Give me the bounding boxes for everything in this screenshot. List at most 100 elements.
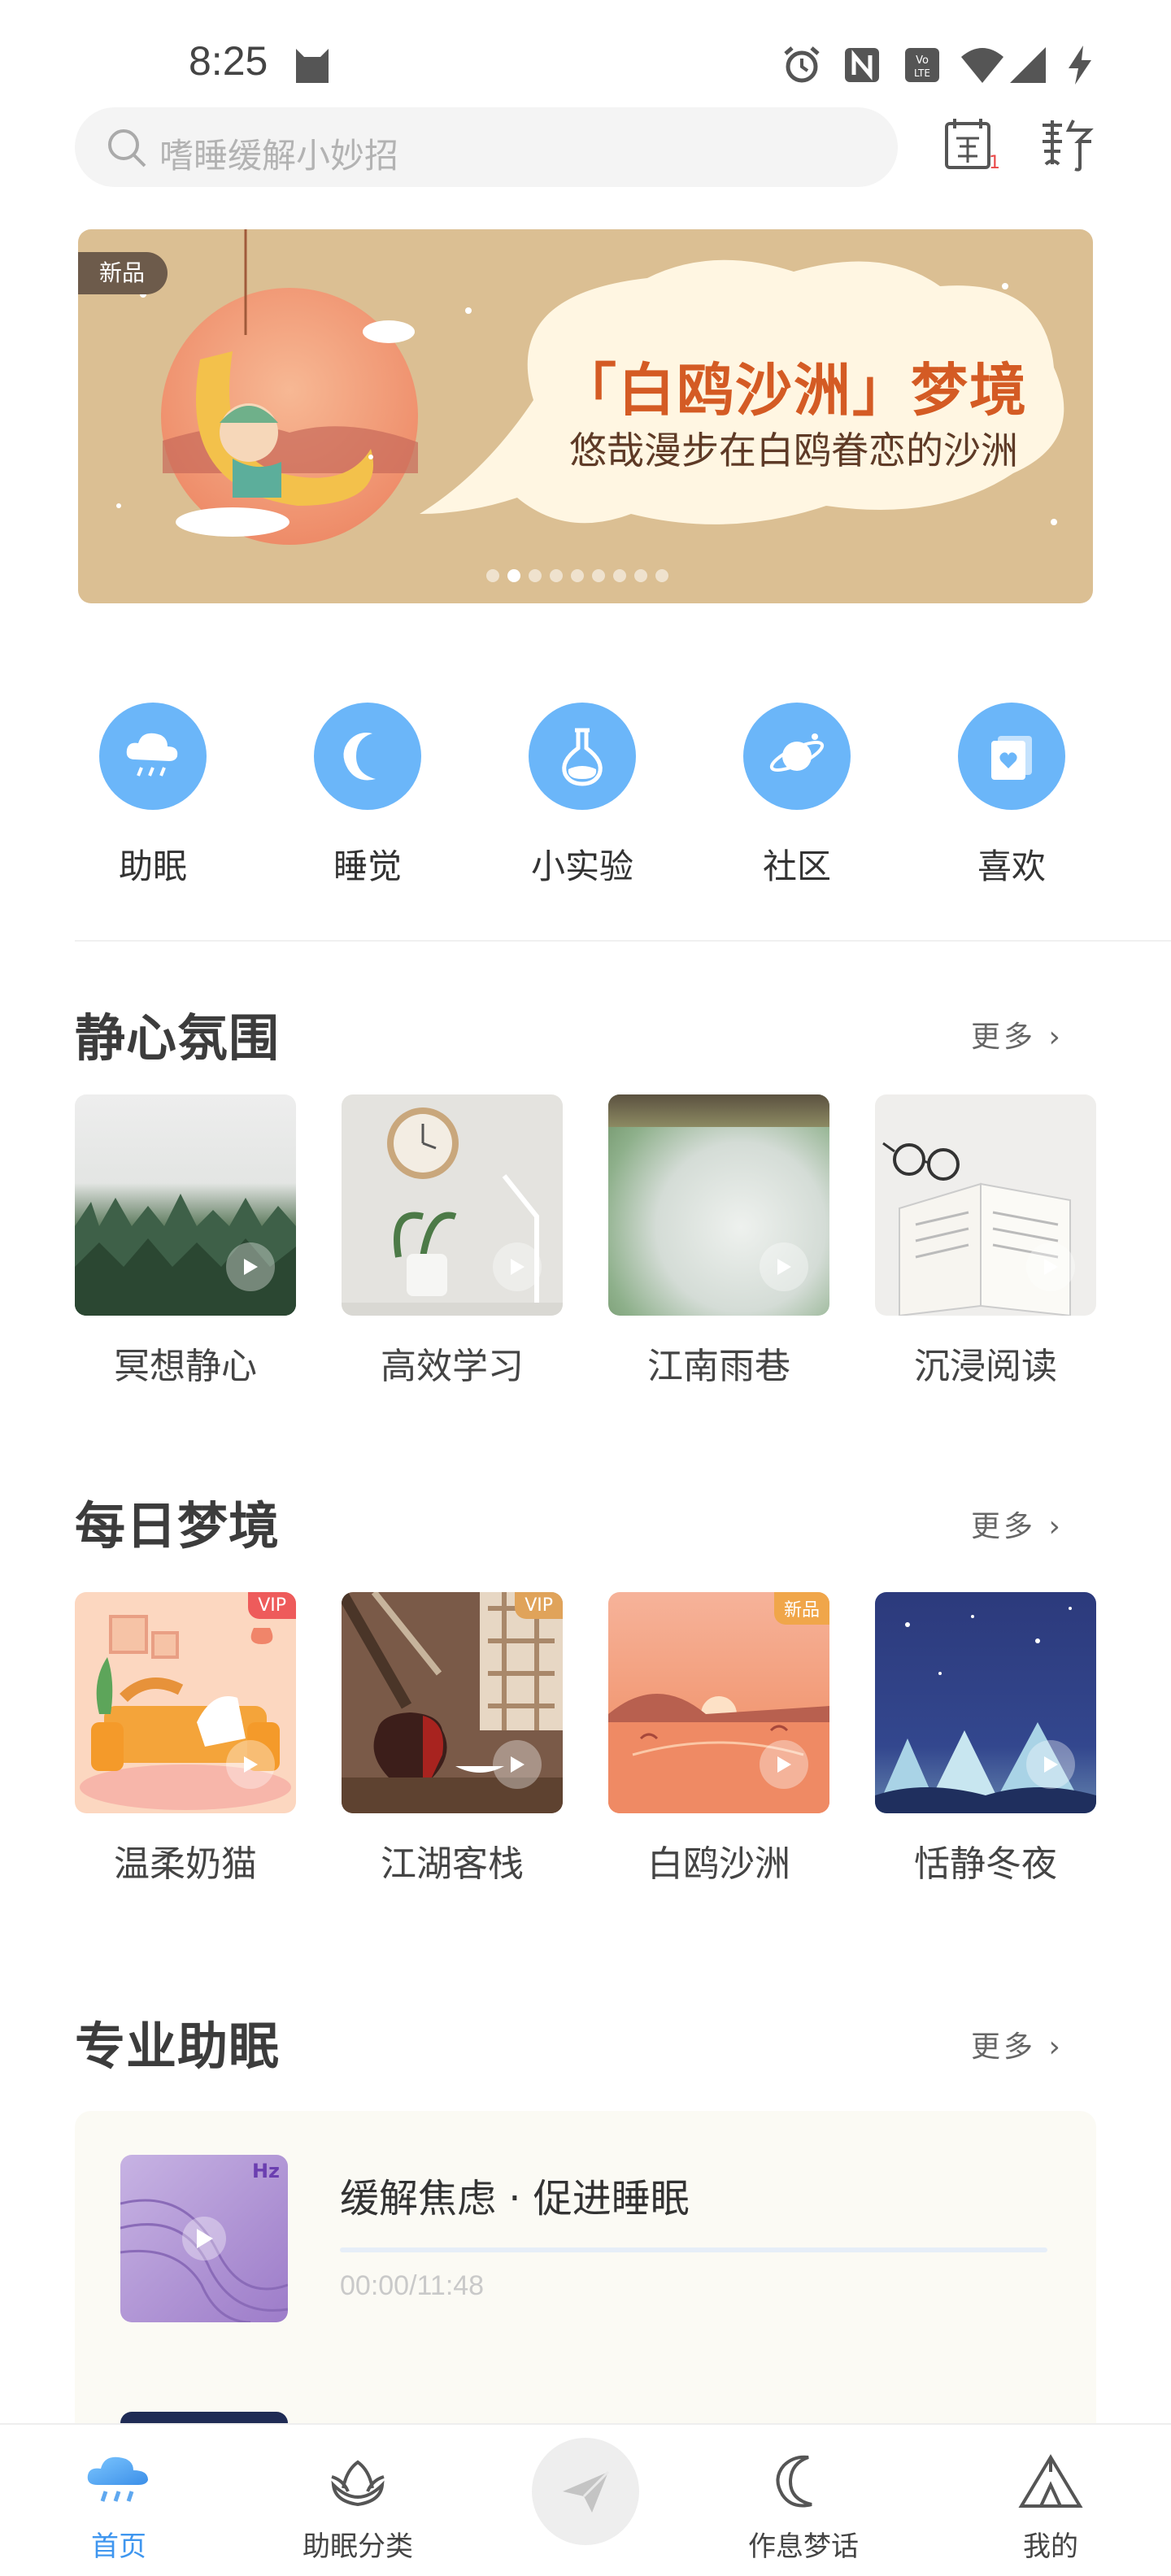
card-label: 白鸥沙洲 — [647, 1843, 790, 1885]
quick-nav-community[interactable]: 社区 — [716, 703, 878, 889]
track-art-label: Hz — [251, 2160, 280, 2182]
card-meditation[interactable]: 冥想静心 — [75, 1094, 296, 1389]
card-label: 冥想静心 — [114, 1346, 257, 1387]
card-reading[interactable]: 沉浸阅读 — [875, 1094, 1096, 1389]
planet-icon — [743, 703, 851, 810]
play-icon — [1026, 1242, 1075, 1291]
tab-profile[interactable]: 我的 — [969, 2452, 1132, 2564]
search-bar[interactable]: 嗜睡缓解小妙招 — [75, 107, 898, 187]
banner-dot[interactable] — [634, 569, 647, 582]
alarm-icon — [784, 46, 820, 83]
banner-dot[interactable] — [655, 569, 668, 582]
card-label: 高效学习 — [381, 1346, 524, 1387]
card-thumbnail: VIP — [75, 1592, 296, 1813]
nfc-icon — [845, 48, 879, 82]
search-icon — [108, 129, 146, 168]
quiet-mode-icon[interactable] — [1038, 117, 1095, 174]
card-rain-alley[interactable]: 江南雨巷 — [608, 1094, 829, 1389]
card-thumbnail — [342, 1094, 563, 1316]
play-icon — [760, 1242, 808, 1291]
quick-nav-favorites[interactable]: 喜欢 — [930, 703, 1093, 889]
quick-nav-label: 睡觉 — [333, 846, 402, 886]
signal-icon — [1010, 47, 1046, 83]
quick-nav-label: 喜欢 — [977, 846, 1046, 886]
more-link-pro[interactable]: 更多 › — [971, 2023, 1064, 2065]
banner-dot[interactable] — [550, 569, 563, 582]
card-thumbnail — [608, 1094, 829, 1316]
more-link-calm[interactable]: 更多 › — [971, 1013, 1064, 1055]
checkin-button[interactable]: 1 — [943, 117, 1002, 179]
banner-pagination — [486, 569, 668, 582]
wifi-icon — [961, 48, 1003, 83]
quick-nav-label: 社区 — [762, 846, 831, 886]
heart-card-icon — [958, 703, 1065, 810]
banner-dot[interactable] — [507, 569, 520, 582]
track-progress-bar[interactable] — [340, 2247, 1047, 2252]
card-thumbnail — [75, 1094, 296, 1316]
card-label: 沉浸阅读 — [914, 1346, 1057, 1387]
lotus-icon — [331, 2460, 385, 2507]
card-study[interactable]: 高效学习 — [342, 1094, 563, 1389]
charging-icon — [1069, 46, 1091, 85]
play-icon — [760, 1740, 808, 1789]
tent-icon — [1018, 2454, 1083, 2508]
tab-schedule-dreamtalk[interactable]: 作息梦话 — [722, 2452, 885, 2564]
tab-label: 作息梦话 — [748, 2530, 859, 2563]
banner-dot[interactable] — [529, 569, 542, 582]
quick-nav-experiment[interactable]: 小实验 — [501, 703, 664, 889]
cloud-rain-icon — [87, 2456, 148, 2502]
new-tag: 新品 — [773, 1592, 829, 1625]
banner-dot[interactable] — [571, 569, 584, 582]
status-time: 8:25 — [189, 38, 268, 84]
card-gentle-kitten[interactable]: VIP 温柔奶猫 — [75, 1592, 296, 1886]
banner-subtitle: 悠哉漫步在白鸥眷恋的沙洲 — [569, 429, 1018, 472]
tab-label: 我的 — [1023, 2530, 1078, 2563]
banner-dot[interactable] — [592, 569, 605, 582]
card-thumbnail — [875, 1592, 1096, 1813]
tab-label: 首页 — [91, 2530, 146, 2563]
section-title-pro: 专业助眠 — [75, 2005, 281, 2082]
paper-plane-icon — [563, 2470, 610, 2513]
center-play-button[interactable] — [532, 2438, 639, 2545]
track-time: 00:00/11:48 — [340, 2270, 485, 2301]
search-placeholder: 嗜睡缓解小妙招 — [159, 136, 399, 176]
play-icon — [493, 1740, 542, 1789]
track-title: 缓解焦虑 · 促进睡眠 — [340, 2176, 690, 2221]
moon-icon — [776, 2455, 812, 2508]
banner-badge: 新品 — [78, 252, 168, 294]
tab-home[interactable]: 首页 — [37, 2452, 200, 2564]
card-label: 恬静冬夜 — [914, 1843, 1057, 1885]
play-icon — [226, 1740, 275, 1789]
svg-text:Vo: Vo — [916, 54, 929, 67]
checkin-badge: 1 — [989, 153, 1000, 173]
quick-nav-sleep[interactable]: 睡觉 — [286, 703, 449, 889]
volte-icon: Vo LTE — [905, 48, 939, 82]
promo-banner[interactable]: 新品 「白鸥沙洲」梦境 悠哉漫步在白鸥眷恋的沙洲 — [78, 229, 1093, 603]
section-title-dreams: 每日梦境 — [75, 1485, 281, 1561]
tab-sleep-categories[interactable]: 助眠分类 — [276, 2452, 439, 2564]
section-divider — [75, 940, 1171, 942]
more-link-dreams[interactable]: 更多 › — [971, 1503, 1064, 1545]
section-title-calm: 静心氛围 — [75, 997, 281, 1073]
moon-icon — [314, 703, 421, 810]
banner-dot[interactable] — [486, 569, 499, 582]
banner-dot[interactable] — [613, 569, 626, 582]
card-white-gull-sandbar[interactable]: 新品 白鸥沙洲 — [608, 1592, 829, 1886]
card-quiet-winter-night[interactable]: 恬静冬夜 — [875, 1592, 1096, 1886]
card-label: 江南雨巷 — [647, 1346, 790, 1387]
card-thumbnail: 新品 — [608, 1592, 829, 1813]
card-label: 温柔奶猫 — [114, 1843, 257, 1885]
cat-notification-icon — [296, 49, 329, 83]
quick-nav-sleep-aid[interactable]: 助眠 — [72, 703, 234, 889]
track-artwork[interactable]: Hz — [120, 2155, 288, 2322]
banner-title: 「白鸥沙洲」梦境 — [559, 357, 1028, 424]
svg-text:LTE: LTE — [914, 67, 930, 79]
vip-tag: VIP — [515, 1592, 563, 1619]
tab-label: 助眠分类 — [303, 2530, 413, 2563]
play-icon[interactable] — [182, 2217, 226, 2261]
card-jianghu-inn[interactable]: VIP 江湖客栈 — [342, 1592, 563, 1886]
checkin-calendar-icon — [945, 119, 990, 169]
play-icon — [1026, 1740, 1075, 1789]
quick-nav-label: 小实验 — [530, 846, 633, 886]
vip-tag: VIP — [248, 1592, 296, 1619]
